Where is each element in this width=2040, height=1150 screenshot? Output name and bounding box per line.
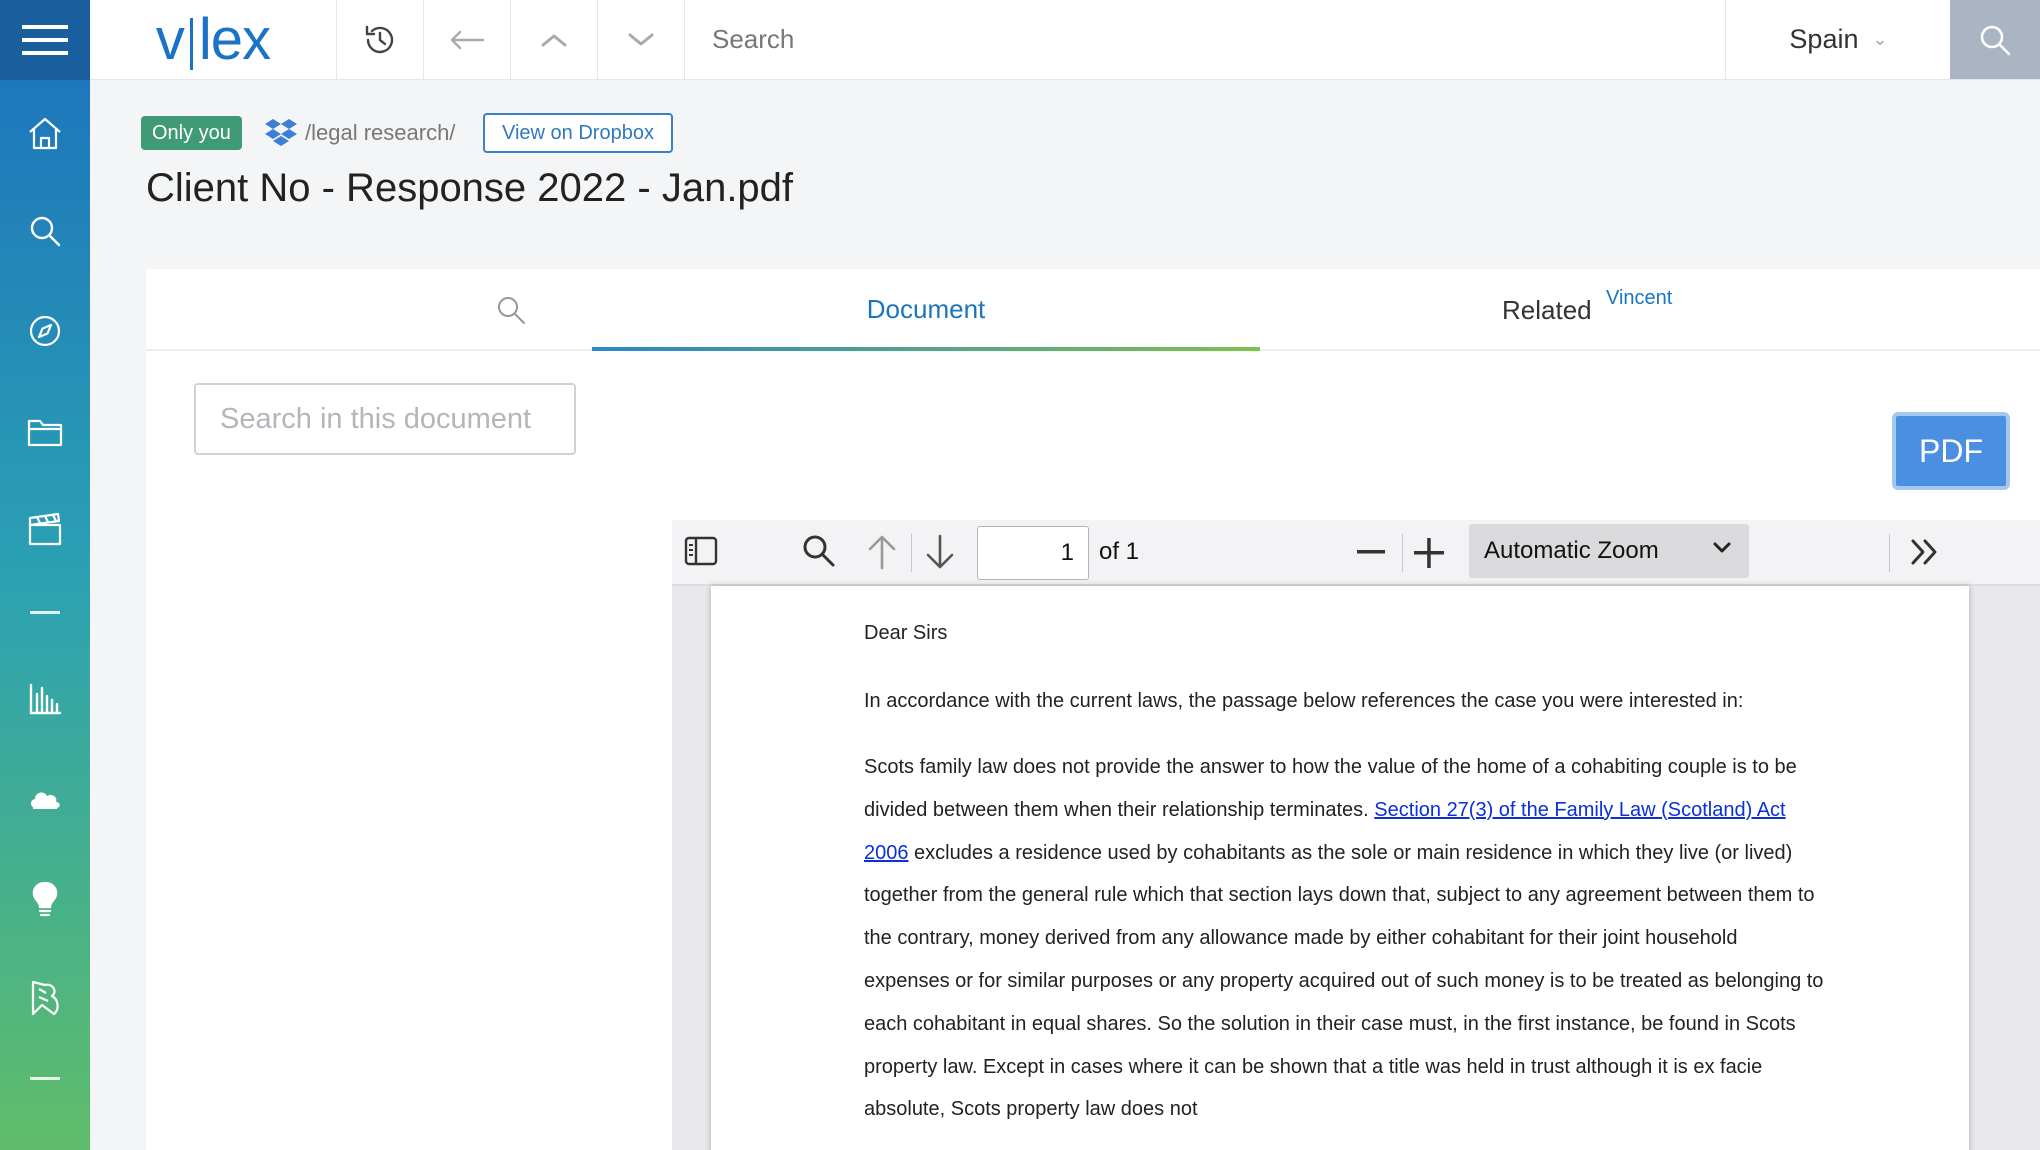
logo-bar [189, 17, 193, 70]
pdf-paragraph: Scots family law does not provide the an… [864, 746, 1824, 1131]
top-header: vlex Spain ⌄ [90, 0, 2040, 80]
tools-menu-button[interactable] [1910, 538, 1940, 566]
sidebar-item-search[interactable] [0, 196, 90, 266]
chevron-up-icon [541, 34, 567, 46]
page-count-label: of 1 [1099, 538, 1140, 565]
pdf-page: Dear Sirs In accordance with the current… [711, 586, 1969, 1150]
country-label: Spain [1789, 24, 1859, 54]
view-on-dropbox-button[interactable]: View on Dropbox [483, 113, 673, 153]
sidebar-item-cloud[interactable] [0, 764, 90, 834]
sidebar-item-folders[interactable] [0, 397, 90, 467]
find-in-pdf-button[interactable] [802, 534, 836, 568]
vlex-logo[interactable]: v lex [90, 0, 337, 79]
minus-icon [1357, 550, 1385, 554]
tab-related[interactable]: Related [1502, 295, 1592, 326]
document-title: Client No - Response 2022 - Jan.pdf [146, 166, 794, 210]
sidebar-item-explore[interactable] [0, 296, 90, 366]
sidebar-toggle-icon [684, 536, 718, 566]
zoom-in-button[interactable] [1414, 538, 1444, 568]
double-chevron-right-icon [1911, 539, 1937, 565]
sidebar-item-ideas[interactable] [0, 864, 90, 934]
lightbulb-icon [32, 881, 58, 917]
zoom-out-button[interactable] [1357, 550, 1385, 554]
zoom-select[interactable]: Automatic Zoom [1469, 524, 1749, 578]
toolbar-divider [1402, 534, 1403, 572]
previous-page-button[interactable] [866, 534, 898, 570]
page-number-input[interactable] [977, 526, 1089, 580]
pdf-viewer: of 1 Automatic Zoom [672, 520, 2040, 1150]
arrow-up-icon [868, 535, 896, 570]
document-tabs: Document Related Vincent [146, 269, 2040, 351]
zoom-select-label: Automatic Zoom [1484, 537, 1659, 564]
bar-chart-icon [29, 683, 62, 715]
toolbar-divider [911, 534, 912, 572]
chevron-down-icon [628, 33, 654, 45]
chevron-down-icon [1713, 542, 1731, 553]
pdf-toolbar: of 1 Automatic Zoom [672, 520, 2040, 586]
folder-path: /legal research/ [305, 120, 456, 145]
chevron-down-icon: ⌄ [1872, 29, 1888, 49]
pdf-salutation: Dear Sirs [864, 622, 948, 644]
pdf-paragraph-text: excludes a residence used by cohabitants… [864, 841, 1824, 1121]
global-search-input[interactable] [692, 0, 1832, 79]
visibility-badge: Only you [141, 116, 242, 150]
previous-result-button[interactable] [511, 0, 598, 79]
active-tab-indicator [592, 347, 1260, 351]
hamburger-icon [22, 25, 68, 55]
search-icon [30, 216, 61, 247]
search-submit-button[interactable] [1950, 0, 2040, 79]
vincent-icon [31, 980, 59, 1016]
sidebar-item-media[interactable] [0, 494, 90, 564]
next-result-button[interactable] [598, 0, 685, 79]
sidebar [0, 0, 90, 1150]
document-panel: Document Related Vincent PDF [146, 269, 2040, 1150]
pdf-download-button[interactable]: PDF [1892, 412, 2010, 490]
history-button[interactable] [337, 0, 424, 79]
search-icon [498, 297, 525, 324]
pdf-intro: In accordance with the current laws, the… [864, 690, 1744, 712]
plus-icon [1414, 538, 1444, 568]
arrow-down-icon [926, 534, 954, 569]
cloud-icon [30, 792, 60, 809]
history-icon [365, 25, 394, 53]
tab-document[interactable]: Document [592, 269, 1260, 351]
clapperboard-icon [28, 512, 62, 546]
folder-icon [27, 419, 63, 447]
logo-text-right: lex [198, 7, 271, 72]
country-selector[interactable]: Spain ⌄ [1725, 0, 1951, 79]
sidebar-divider [30, 1077, 60, 1080]
search-icon [803, 535, 835, 567]
document-search-input[interactable] [194, 383, 576, 455]
compass-icon [29, 315, 61, 347]
next-page-button[interactable] [924, 534, 956, 570]
arrow-left-icon [450, 30, 485, 49]
hamburger-menu-button[interactable] [0, 0, 90, 80]
logo-text-left: v [155, 7, 185, 72]
dropbox-icon [265, 119, 297, 146]
sidebar-item-home[interactable] [0, 98, 90, 168]
sidebar-item-analytics[interactable] [0, 664, 90, 734]
tab-document-label: Document [866, 293, 986, 324]
tab-search[interactable] [496, 295, 526, 325]
tab-related-user-label[interactable]: Vincent [1606, 287, 1672, 310]
toolbar-divider [1889, 534, 1890, 572]
home-icon [29, 117, 61, 150]
search-icon [1980, 25, 2011, 55]
toggle-sidebar-button[interactable] [684, 536, 718, 566]
sidebar-item-vincent[interactable] [0, 963, 90, 1033]
back-button[interactable] [424, 0, 511, 79]
sidebar-divider [30, 611, 60, 614]
